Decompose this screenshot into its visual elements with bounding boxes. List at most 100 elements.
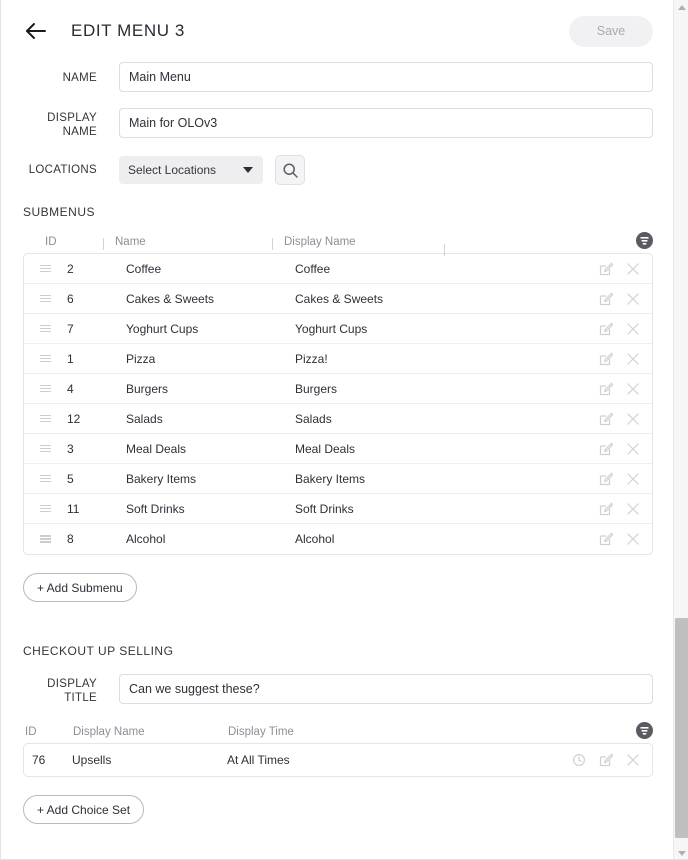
close-icon[interactable] bbox=[625, 351, 640, 366]
submenu-display-name: Meal Deals bbox=[295, 441, 356, 456]
row-actions bbox=[598, 441, 652, 456]
row-actions bbox=[598, 351, 652, 366]
submenu-id: 12 bbox=[67, 411, 81, 426]
submenu-id: 5 bbox=[67, 471, 74, 486]
checkout-display-title-input[interactable] bbox=[119, 674, 653, 704]
scrollbar-up-button[interactable] bbox=[674, 0, 688, 14]
drag-handle-icon[interactable] bbox=[34, 323, 56, 334]
close-icon[interactable] bbox=[625, 411, 640, 426]
edit-icon[interactable] bbox=[598, 753, 613, 768]
clock-icon[interactable] bbox=[571, 753, 586, 768]
submenu-display-name: Coffee bbox=[295, 261, 331, 276]
table-row[interactable]: 11 Soft Drinks Soft Drinks bbox=[24, 494, 652, 524]
table-row[interactable]: 3 Meal Deals Meal Deals bbox=[24, 434, 652, 464]
table-row[interactable]: 2 Coffee Coffee bbox=[24, 254, 652, 284]
close-icon[interactable] bbox=[625, 261, 640, 276]
submenus-table: 2 Coffee Coffee 6 Cakes & Sweets Cakes & Swee… bbox=[23, 253, 653, 555]
checkout-col-name[interactable]: Display Name bbox=[73, 726, 228, 738]
save-button[interactable]: Save bbox=[569, 15, 653, 47]
submenu-display-name: Salads bbox=[295, 411, 332, 426]
close-icon[interactable] bbox=[625, 441, 640, 456]
upsell-display-name: Upsells bbox=[72, 753, 112, 767]
edit-icon[interactable] bbox=[598, 321, 613, 336]
submenu-id: 4 bbox=[67, 381, 74, 396]
close-icon[interactable] bbox=[625, 753, 640, 768]
row-actions bbox=[598, 471, 652, 486]
edit-icon[interactable] bbox=[598, 532, 613, 547]
triangle-down-icon bbox=[677, 850, 686, 856]
display-name-input[interactable] bbox=[119, 108, 653, 138]
row-actions bbox=[598, 321, 652, 336]
add-submenu-button[interactable]: + Add Submenu bbox=[23, 573, 137, 602]
submenus-table-wrap: ID Name Display Name 2 Coffee Coffee 6 Cakes… bbox=[1, 231, 673, 555]
table-row[interactable]: 12 Salads Salads bbox=[24, 404, 652, 434]
name-label: NAME bbox=[62, 72, 97, 84]
checkout-col-time[interactable]: Display Time bbox=[228, 726, 653, 738]
drag-handle-icon[interactable] bbox=[34, 293, 56, 304]
drag-handle-icon[interactable] bbox=[34, 473, 56, 484]
vertical-scrollbar[interactable] bbox=[673, 0, 688, 859]
display-name-label: DISPLAY NAME bbox=[23, 108, 97, 139]
checkout-display-title-label: DISPLAY TITLE bbox=[23, 674, 97, 705]
drag-handle-icon[interactable] bbox=[34, 534, 56, 545]
checkout-table: 76 Upsells At All Times bbox=[23, 743, 653, 777]
table-row[interactable]: 76 Upsells At All Times bbox=[24, 744, 652, 776]
table-row[interactable]: 6 Cakes & Sweets Cakes & Sweets bbox=[24, 284, 652, 314]
table-row[interactable]: 1 Pizza Pizza! bbox=[24, 344, 652, 374]
display-name-label-line2: NAME bbox=[62, 126, 97, 138]
checkout-display-title-row: DISPLAY TITLE bbox=[1, 674, 673, 705]
submenus-col-id[interactable]: ID bbox=[45, 236, 115, 248]
table-row[interactable]: 7 Yoghurt Cups Yoghurt Cups bbox=[24, 314, 652, 344]
edit-icon[interactable] bbox=[598, 261, 613, 276]
submenu-display-name: Burgers bbox=[295, 381, 338, 396]
submenu-name: Alcohol bbox=[126, 532, 166, 546]
row-actions bbox=[571, 753, 652, 768]
close-icon[interactable] bbox=[625, 381, 640, 396]
edit-icon[interactable] bbox=[598, 501, 613, 516]
display-name-row: DISPLAY NAME bbox=[1, 108, 673, 139]
submenu-name: Salads bbox=[126, 411, 163, 426]
submenu-name: Burgers bbox=[126, 381, 169, 396]
close-icon[interactable] bbox=[625, 501, 640, 516]
add-choice-set-button[interactable]: + Add Choice Set bbox=[23, 795, 145, 824]
scrollbar-down-button[interactable] bbox=[674, 846, 688, 859]
name-input[interactable] bbox=[119, 62, 653, 92]
edit-icon[interactable] bbox=[598, 291, 613, 306]
edit-icon[interactable] bbox=[598, 411, 613, 426]
table-row[interactable]: 8 Alcohol Alcohol bbox=[24, 524, 652, 554]
row-actions bbox=[598, 501, 652, 516]
close-icon[interactable] bbox=[625, 321, 640, 336]
drag-handle-icon[interactable] bbox=[34, 383, 56, 394]
drag-handle-icon[interactable] bbox=[34, 263, 56, 274]
edit-icon[interactable] bbox=[598, 471, 613, 486]
submenu-display-name: Cakes & Sweets bbox=[295, 291, 384, 306]
filter-icon bbox=[640, 727, 649, 735]
page-header: EDIT MENU 3 Save bbox=[1, 0, 673, 62]
close-icon[interactable] bbox=[625, 532, 640, 547]
table-row[interactable]: 5 Bakery Items Bakery Items bbox=[24, 464, 652, 494]
checkout-col-id[interactable]: ID bbox=[25, 726, 73, 738]
edit-icon[interactable] bbox=[598, 381, 613, 396]
table-row[interactable]: 4 Burgers Burgers bbox=[24, 374, 652, 404]
submenu-display-name: Bakery Items bbox=[295, 471, 366, 486]
locations-select[interactable]: Select Locations bbox=[119, 156, 263, 184]
page-content: EDIT MENU 3 Save NAME DISPLAY NAME LOCAT… bbox=[1, 0, 673, 859]
submenu-name: Bakery Items bbox=[126, 471, 197, 486]
scrollbar-thumb[interactable] bbox=[675, 618, 688, 838]
locations-search-button[interactable] bbox=[275, 155, 305, 185]
drag-handle-icon[interactable] bbox=[34, 353, 56, 364]
submenus-col-name[interactable]: Name bbox=[103, 236, 284, 250]
submenus-filter-button[interactable] bbox=[636, 232, 653, 249]
close-icon[interactable] bbox=[625, 291, 640, 306]
drag-handle-icon[interactable] bbox=[34, 443, 56, 454]
arrow-left-icon[interactable] bbox=[23, 18, 49, 44]
checkout-filter-button[interactable] bbox=[636, 722, 653, 739]
edit-icon[interactable] bbox=[598, 441, 613, 456]
scrollbar-track[interactable] bbox=[674, 14, 688, 618]
drag-handle-icon[interactable] bbox=[34, 503, 56, 514]
edit-icon[interactable] bbox=[598, 351, 613, 366]
drag-handle-icon[interactable] bbox=[34, 413, 56, 424]
submenus-col-display[interactable]: Display Name bbox=[272, 236, 456, 250]
close-icon[interactable] bbox=[625, 471, 640, 486]
submenu-id: 1 bbox=[67, 351, 74, 366]
